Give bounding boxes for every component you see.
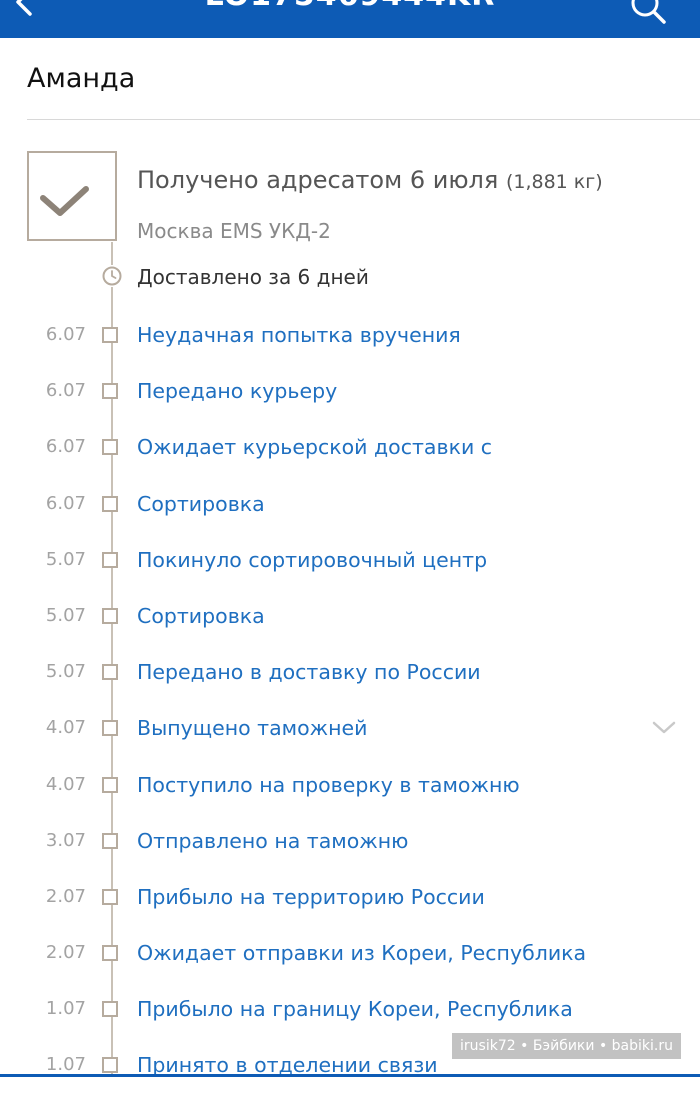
event-label[interactable]: Ожидает курьерской доставки с [137, 435, 492, 459]
event-label[interactable]: Покинуло сортировочный центр [137, 548, 487, 572]
search-icon[interactable] [628, 0, 668, 26]
status-title-text: Получено адресатом 6 июля [137, 166, 499, 194]
event-date: 6.07 [45, 436, 86, 458]
timeline-node-icon [102, 607, 118, 624]
event-label[interactable]: Сортировка [137, 604, 265, 628]
event-date: 5.07 [45, 604, 86, 626]
timeline-node-icon [102, 720, 118, 737]
timeline-node-icon [102, 551, 118, 568]
timeline-node-icon [102, 1001, 118, 1018]
event-label[interactable]: Прибыло на территорию России [137, 885, 485, 909]
event-date: 4.07 [45, 773, 86, 795]
delivered-status-box [27, 151, 117, 241]
checkmark-icon [40, 186, 89, 216]
delivery-duration: Доставлено за 6 дней [137, 265, 369, 289]
event-label[interactable]: Передано в доставку по России [137, 660, 481, 684]
event-label[interactable]: Передано курьеру [137, 379, 337, 403]
event-label[interactable]: Поступило на проверку в таможню [137, 773, 520, 797]
event-label[interactable]: Отправлено на таможню [137, 829, 408, 853]
event-label[interactable]: Выпущено таможней [137, 716, 368, 740]
event-row[interactable]: 6.07 Ожидает курьерской доставки с [0, 428, 700, 484]
event-row[interactable]: 2.07 Прибыло на территорию России [0, 878, 700, 934]
event-row[interactable]: 6.07 Сортировка [0, 485, 700, 541]
recipient-name: Аманда [27, 63, 136, 94]
timeline-node-icon [102, 664, 118, 681]
event-date: 6.07 [45, 492, 86, 514]
timeline-node-icon [102, 776, 118, 793]
event-label[interactable]: Неудачная попытка вручения [137, 323, 461, 347]
event-date: 5.07 [45, 548, 86, 570]
event-label[interactable]: Ожидает отправки из Кореи, Республика [137, 941, 586, 965]
event-row[interactable]: 4.07 Выпущено таможней [0, 709, 700, 765]
timeline-node-icon [102, 832, 118, 849]
event-date: 1.07 [45, 998, 86, 1020]
chevron-down-icon[interactable] [651, 719, 677, 737]
event-date: 2.07 [45, 885, 86, 907]
timeline-node-icon [102, 327, 118, 343]
events-list: 6.07 Неудачная попытка вручения 6.07 Переда… [0, 316, 700, 1103]
top-bar: LO175469444KR [0, 0, 700, 38]
watermark: irusik72 • Бэйбики • babiki.ru [452, 1033, 681, 1059]
event-label[interactable]: Прибыло на границу Кореи, Республика [137, 997, 573, 1021]
event-date: 2.07 [45, 942, 86, 964]
event-date: 3.07 [45, 829, 86, 851]
event-date: 4.07 [45, 717, 86, 739]
parcel-weight: (1,881 кг) [505, 171, 603, 193]
event-row[interactable]: 6.07 Передано курьеру [0, 372, 700, 428]
event-row[interactable]: 6.07 Неудачная попытка вручения [0, 316, 700, 372]
event-row[interactable]: 5.07 Передано в доставку по России [0, 653, 700, 709]
status-office: Москва EMS УКД-2 [137, 219, 331, 243]
timeline-node-icon [102, 383, 118, 400]
event-row[interactable]: 2.07 Ожидает отправки из Кореи, Республик… [0, 934, 700, 990]
divider [27, 119, 700, 120]
event-row[interactable]: 5.07 Сортировка [0, 597, 700, 653]
event-label[interactable]: Сортировка [137, 492, 265, 516]
clock-icon [101, 265, 123, 287]
event-row[interactable]: 5.07 Покинуло сортировочный центр [0, 541, 700, 597]
event-date: 1.07 [45, 1054, 86, 1076]
event-date: 6.07 [45, 380, 86, 402]
timeline-node-icon [102, 888, 118, 905]
event-date: 5.07 [45, 661, 86, 683]
tracking-number-title: LO175469444KR [0, 0, 700, 13]
timeline-node-icon [102, 439, 118, 456]
timeline-node-icon [102, 1057, 118, 1074]
event-date: 6.07 [45, 324, 86, 345]
event-row[interactable]: 4.07 Поступило на проверку в таможню [0, 766, 700, 822]
event-row[interactable]: 3.07 Отправлено на таможню [0, 822, 700, 878]
timeline-node-icon [102, 945, 118, 962]
status-title: Получено адресатом 6 июля (1,881 кг) [137, 166, 603, 194]
timeline-node-icon [102, 495, 118, 512]
